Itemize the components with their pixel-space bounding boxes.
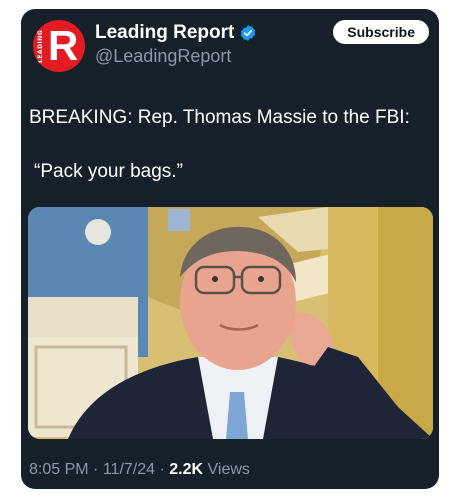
verified-badge-icon — [241, 25, 256, 41]
post-metadata: 8:05 PM · 11/7/24 · 2.2K Views — [29, 461, 250, 479]
views-count: 2.2K — [169, 461, 204, 478]
author-name-row: Leading Report — [95, 21, 257, 45]
post-photo-illustration — [28, 207, 433, 439]
views-label: Views — [207, 461, 250, 478]
post-text-line: BREAKING: Rep. Thomas Massie to the FBI: — [29, 107, 410, 128]
post-time[interactable]: 8:05 PM — [29, 461, 89, 478]
author-handle[interactable]: @LeadingReport — [95, 46, 231, 67]
avatar[interactable]: LEADING R — [33, 20, 85, 72]
post-date[interactable]: 11/7/24 — [103, 461, 155, 478]
meta-separator: · — [93, 461, 99, 478]
post-text-quote: “Pack your bags.” — [34, 161, 183, 182]
subscribe-button[interactable]: Subscribe — [333, 20, 429, 44]
author-name[interactable]: Leading Report — [95, 22, 234, 44]
avatar-letter: R — [48, 22, 79, 69]
post-photo[interactable] — [28, 207, 433, 439]
meta-separator: · — [159, 461, 165, 478]
avatar-side-text: LEADING — [37, 29, 44, 63]
post-card[interactable]: LEADING R Leading Report @LeadingReport … — [21, 9, 439, 489]
